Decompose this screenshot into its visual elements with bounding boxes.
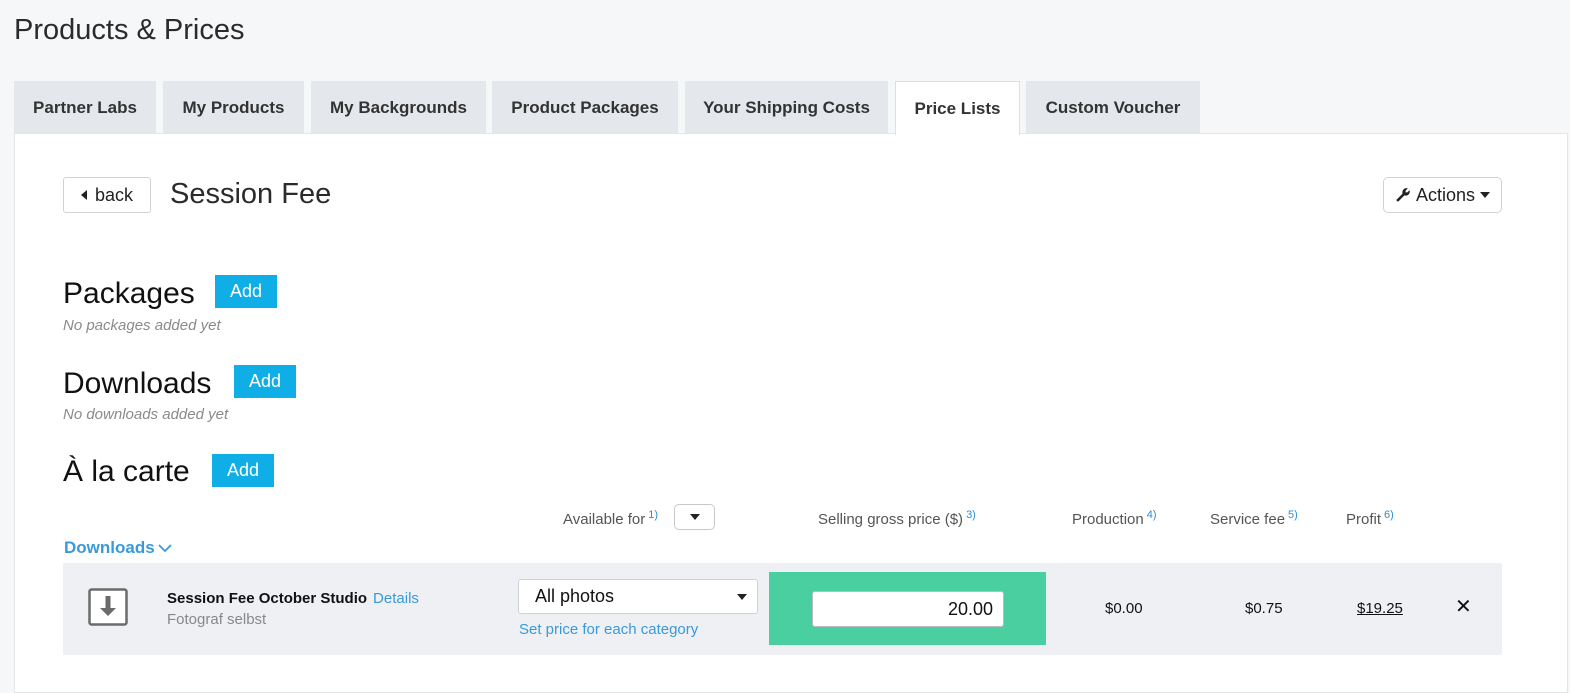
packages-heading: Packages bbox=[63, 277, 195, 310]
remove-row-icon[interactable]: ✕ bbox=[1455, 597, 1472, 617]
packages-empty-text: No packages added yet bbox=[63, 317, 221, 334]
tab-price-lists[interactable]: Price Lists bbox=[895, 81, 1020, 135]
caret-left-icon bbox=[80, 190, 87, 200]
tab-custom-voucher[interactable]: Custom Voucher bbox=[1026, 81, 1200, 134]
production-value: $0.00 bbox=[1105, 600, 1143, 617]
chevron-down-icon bbox=[158, 544, 172, 553]
column-profit: Profit 6) bbox=[1346, 509, 1394, 528]
back-button-label: back bbox=[94, 184, 134, 205]
caret-down-icon bbox=[689, 514, 700, 520]
tab-product-packages[interactable]: Product Packages bbox=[492, 81, 678, 134]
service-fee-value: $0.75 bbox=[1245, 600, 1283, 617]
available-for-value: All photos bbox=[535, 586, 615, 606]
tab-my-backgrounds[interactable]: My Backgrounds bbox=[311, 81, 486, 134]
actions-button[interactable]: Actions bbox=[1383, 177, 1502, 213]
available-for-filter-dropdown[interactable] bbox=[674, 504, 715, 530]
add-download-button[interactable]: Add bbox=[234, 365, 296, 398]
add-alacarte-button[interactable]: Add bbox=[212, 454, 274, 487]
group-toggle-label: Downloads bbox=[64, 538, 155, 557]
set-category-price-link[interactable]: Set price for each category bbox=[519, 621, 698, 638]
caret-down-icon bbox=[1480, 192, 1491, 198]
available-for-select[interactable]: All photos bbox=[518, 579, 758, 614]
tab-my-products[interactable]: My Products bbox=[163, 81, 304, 134]
page-title: Products & Prices bbox=[14, 14, 245, 46]
tab-partner-labs[interactable]: Partner Labs bbox=[14, 81, 156, 134]
column-production: Production 4) bbox=[1072, 509, 1157, 528]
column-selling-price: Selling gross price ($) 3) bbox=[818, 509, 976, 528]
downloads-empty-text: No downloads added yet bbox=[63, 406, 229, 423]
selling-price-input[interactable] bbox=[812, 591, 1004, 627]
wrench-icon bbox=[1396, 188, 1410, 202]
downloads-heading: Downloads bbox=[63, 367, 212, 400]
column-service-fee: Service fee 5) bbox=[1210, 509, 1298, 528]
actions-label: Actions bbox=[1415, 184, 1476, 205]
item-subtitle: Fotograf selbst bbox=[167, 611, 267, 628]
alacarte-heading: À la carte bbox=[63, 455, 190, 488]
profit-value[interactable]: $19.25 bbox=[1357, 600, 1403, 617]
add-package-button[interactable]: Add bbox=[215, 275, 277, 308]
details-link[interactable]: Details bbox=[373, 590, 419, 607]
download-icon bbox=[88, 588, 128, 626]
column-available-for: Available for 1) bbox=[563, 509, 659, 528]
item-name: Session Fee October Studio Details bbox=[167, 590, 419, 607]
back-button[interactable]: back bbox=[63, 177, 151, 213]
tab-shipping-costs[interactable]: Your Shipping Costs bbox=[685, 81, 888, 134]
downloads-group-toggle[interactable]: Downloads bbox=[64, 538, 173, 558]
caret-down-icon bbox=[737, 593, 747, 600]
price-list-title: Session Fee bbox=[170, 178, 332, 210]
